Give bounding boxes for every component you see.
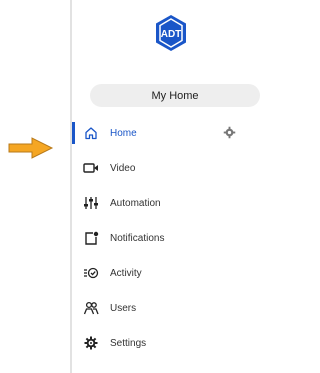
sidebar: ADT My Home Home Video Automation Notifi… bbox=[70, 0, 260, 373]
notification-bell-icon bbox=[81, 230, 101, 246]
activity-list-icon bbox=[81, 265, 101, 281]
nav-item-video[interactable]: Video bbox=[72, 157, 260, 179]
sliders-icon bbox=[81, 195, 101, 211]
nav-item-label: Activity bbox=[110, 267, 142, 279]
nav-item-label: Video bbox=[110, 162, 136, 174]
nav-item-users[interactable]: Users bbox=[72, 297, 260, 319]
users-icon bbox=[81, 300, 101, 316]
settings-gear-icon bbox=[81, 335, 101, 351]
nav-item-notifications[interactable]: Notifications bbox=[72, 227, 260, 249]
nav-item-label: Automation bbox=[110, 197, 161, 209]
nav-item-activity[interactable]: Activity bbox=[72, 262, 260, 284]
nav-item-label: Notifications bbox=[110, 232, 165, 244]
home-selector-label: My Home bbox=[151, 89, 199, 102]
nav-item-label: Settings bbox=[110, 337, 147, 349]
nav-item-label: Users bbox=[110, 302, 137, 314]
logo-text: ADT bbox=[161, 29, 182, 40]
nav-item-settings[interactable]: Settings bbox=[72, 332, 260, 354]
gear-icon[interactable] bbox=[223, 126, 236, 139]
nav-item-home[interactable]: Home bbox=[72, 122, 260, 144]
arrow-right-icon bbox=[8, 137, 54, 159]
house-icon bbox=[81, 125, 101, 141]
nav-item-label: Home bbox=[110, 127, 137, 139]
video-camera-icon bbox=[81, 160, 101, 176]
adt-logo: ADT bbox=[156, 15, 186, 51]
home-selector[interactable]: My Home bbox=[90, 84, 260, 107]
nav-item-automation[interactable]: Automation bbox=[72, 192, 260, 214]
